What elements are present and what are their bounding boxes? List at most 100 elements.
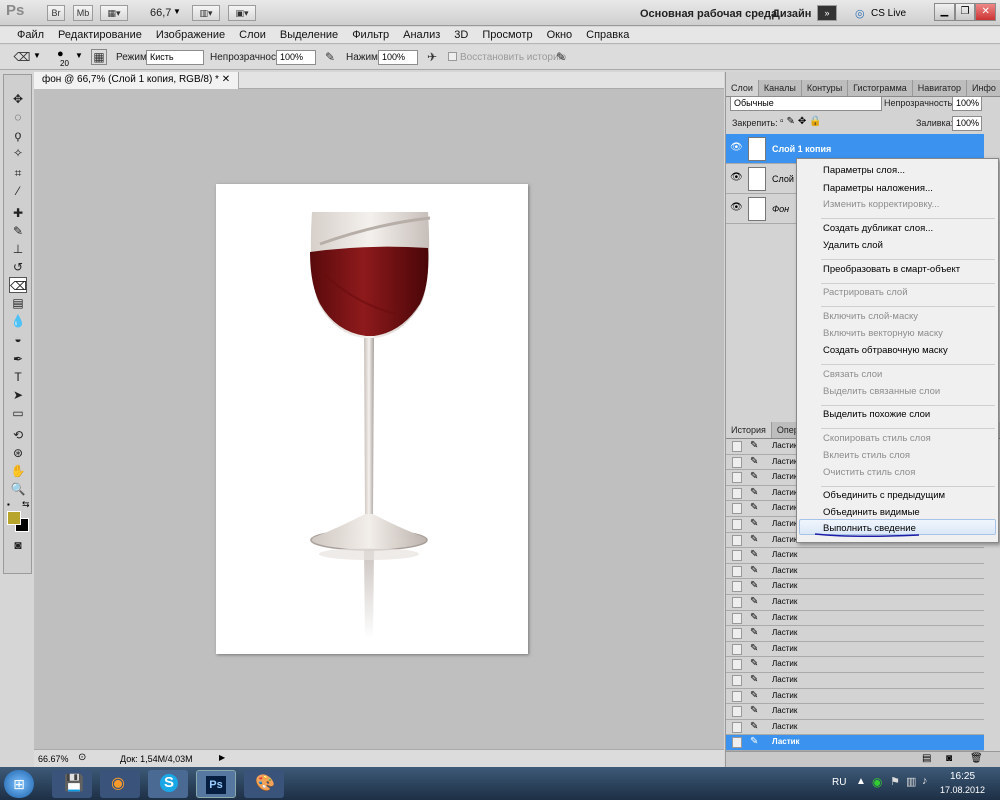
tab-navigator[interactable]: Навигатор (913, 80, 968, 96)
healing-brush-icon[interactable]: ✚ (9, 205, 27, 221)
history-source-checkbox[interactable] (732, 565, 742, 577)
tab-histogram[interactable]: Гистограмма (848, 80, 913, 96)
history-brush-icon[interactable]: ↺ (9, 259, 27, 275)
brush-panel-icon[interactable]: ▦ (91, 49, 107, 65)
mode-select[interactable]: Кисть (146, 50, 204, 65)
context-menu-item[interactable]: Преобразовать в смарт-объект (823, 264, 960, 275)
tab-layers[interactable]: Слои (726, 80, 759, 96)
history-item[interactable]: ✎ Ластик (726, 548, 984, 564)
view-extras-button[interactable]: ▦▾ (100, 5, 128, 21)
volume-icon[interactable]: ♪ (922, 775, 928, 787)
history-source-checkbox[interactable] (732, 597, 742, 608)
cs-live-icon[interactable]: ◎ (855, 7, 865, 20)
clone-stamp-icon[interactable]: ⊥ (9, 241, 27, 257)
skype-icon[interactable]: S (148, 770, 188, 798)
history-source-checkbox[interactable] (732, 487, 742, 499)
history-source-checkbox[interactable] (732, 643, 742, 655)
context-menu-item[interactable]: Параметры наложения... (823, 183, 933, 194)
context-menu-item[interactable]: Создать обтравочную маску (823, 345, 948, 356)
context-menu-item[interactable]: Выделить похожие слои (823, 409, 930, 420)
layer-opacity-input[interactable]: 100% (952, 96, 982, 111)
menu-filter[interactable]: Фильтр (345, 27, 396, 43)
tray-arrow-icon[interactable]: ▲ (856, 776, 866, 787)
default-colors-icon[interactable]: ▪ (7, 500, 10, 509)
chevron-down-icon[interactable]: ▼ (75, 51, 83, 60)
trash-icon[interactable]: 🗑 (970, 753, 983, 764)
history-source-checkbox[interactable] (732, 456, 742, 468)
path-selection-icon[interactable]: ➤ (9, 387, 27, 403)
clock-date[interactable]: 17.08.2012 (940, 785, 985, 795)
opacity-input[interactable]: 100% (276, 50, 316, 65)
maximize-icon[interactable]: ❐ (954, 3, 976, 21)
tray-flag-icon[interactable]: ⚑ (890, 775, 900, 788)
status-zoom[interactable]: 66.67% (38, 754, 69, 764)
chevron-down-icon[interactable]: ▼ (33, 51, 41, 60)
eye-icon[interactable]: 👁 (730, 142, 744, 154)
history-item[interactable]: ✎ Ластик (726, 611, 984, 627)
tab-info[interactable]: Инфо (967, 80, 1000, 96)
swap-colors-icon[interactable]: ⇆ (22, 499, 30, 510)
eyedropper-icon[interactable]: ⁄ (9, 183, 27, 199)
more-workspaces-button[interactable]: » (817, 5, 837, 21)
eye-icon[interactable]: 👁 (730, 202, 744, 214)
cs-live-button[interactable]: CS Live (871, 8, 906, 19)
status-menu-arrow-icon[interactable]: ▶ (219, 753, 225, 762)
zoom-level-select[interactable]: 66,7 (150, 7, 171, 19)
paint-app-icon[interactable]: 🎨 (244, 770, 284, 798)
lock-icons[interactable]: ▫✎✥🔒 (780, 116, 825, 127)
photoshop-task-icon[interactable]: Ps (196, 770, 236, 798)
history-source-checkbox[interactable] (732, 550, 742, 562)
menu-layer[interactable]: Слои (232, 27, 273, 43)
close-icon[interactable]: ✕ (222, 74, 230, 85)
history-source-checkbox[interactable] (732, 628, 742, 640)
history-item[interactable]: ✎ Ластик (726, 689, 984, 705)
pen-tool-icon[interactable]: ✒ (9, 351, 27, 367)
network-icon[interactable]: ▥ (906, 775, 916, 788)
history-item[interactable]: ✎ Ластик (726, 657, 984, 673)
history-source-checkbox[interactable] (732, 690, 742, 702)
history-source-checkbox[interactable] (732, 472, 742, 484)
history-source-checkbox[interactable] (732, 581, 742, 593)
bridge-button[interactable]: Br (47, 5, 65, 21)
tablet-opacity-icon[interactable]: ✎ (322, 49, 338, 65)
snapshot-icon[interactable]: ◙ (946, 753, 952, 764)
history-source-checkbox[interactable] (732, 519, 742, 530)
history-source-checkbox[interactable] (732, 441, 742, 452)
menu-edit[interactable]: Редактирование (51, 27, 149, 43)
history-item[interactable]: ✎ Ластик (726, 720, 984, 736)
3d-rotate-icon[interactable]: ⟲ (9, 427, 27, 443)
new-document-icon[interactable]: ▤ (922, 753, 931, 764)
minimize-icon[interactable]: ▁ (934, 3, 955, 21)
language-indicator[interactable]: RU (832, 777, 846, 788)
save-app-icon[interactable]: 💾 (52, 770, 92, 798)
menu-help[interactable]: Справка (579, 27, 636, 43)
menu-select[interactable]: Выделение (273, 27, 345, 43)
history-source-checkbox[interactable] (732, 737, 742, 749)
hand-tool-icon[interactable]: ✋ (9, 463, 27, 479)
workspace-essentials[interactable]: Основная рабочая среда (640, 8, 777, 20)
foreground-color-swatch[interactable] (7, 511, 21, 525)
history-item[interactable]: ✎ Ластик (726, 735, 984, 751)
quick-mask-icon[interactable]: ◙ (9, 537, 27, 553)
menu-window[interactable]: Окно (540, 27, 580, 43)
crop-tool-icon[interactable]: ⌗ (9, 165, 27, 181)
history-item[interactable]: ✎ Ластик (726, 626, 984, 642)
menu-3d[interactable]: 3D (447, 27, 475, 43)
menu-analysis[interactable]: Анализ (396, 27, 447, 43)
tray-app-icon[interactable]: ◉ (872, 775, 882, 789)
tablet-pressure-icon[interactable]: ✎ (553, 49, 569, 65)
close-icon[interactable]: ✕ (975, 3, 997, 21)
menu-image[interactable]: Изображение (149, 27, 232, 43)
pressure-input[interactable]: 100% (378, 50, 418, 65)
history-item[interactable]: ✎ Ластик (726, 579, 984, 595)
document-canvas[interactable] (216, 184, 528, 654)
context-menu-item[interactable]: Объединить видимые (823, 507, 920, 518)
context-menu-item[interactable]: Параметры слоя... (823, 165, 905, 176)
marquee-tool-icon[interactable]: ◌ (9, 109, 27, 125)
context-menu-item[interactable]: Создать дубликат слоя... (823, 223, 933, 234)
dodge-tool-icon[interactable]: ◒ (9, 331, 27, 347)
start-button[interactable]: ⊞ (4, 770, 34, 798)
eraser-tool-icon[interactable]: ⌫ (9, 277, 27, 293)
screen-mode-button[interactable]: ▣▾ (228, 5, 256, 21)
history-item[interactable]: ✎ Ластик (726, 642, 984, 658)
